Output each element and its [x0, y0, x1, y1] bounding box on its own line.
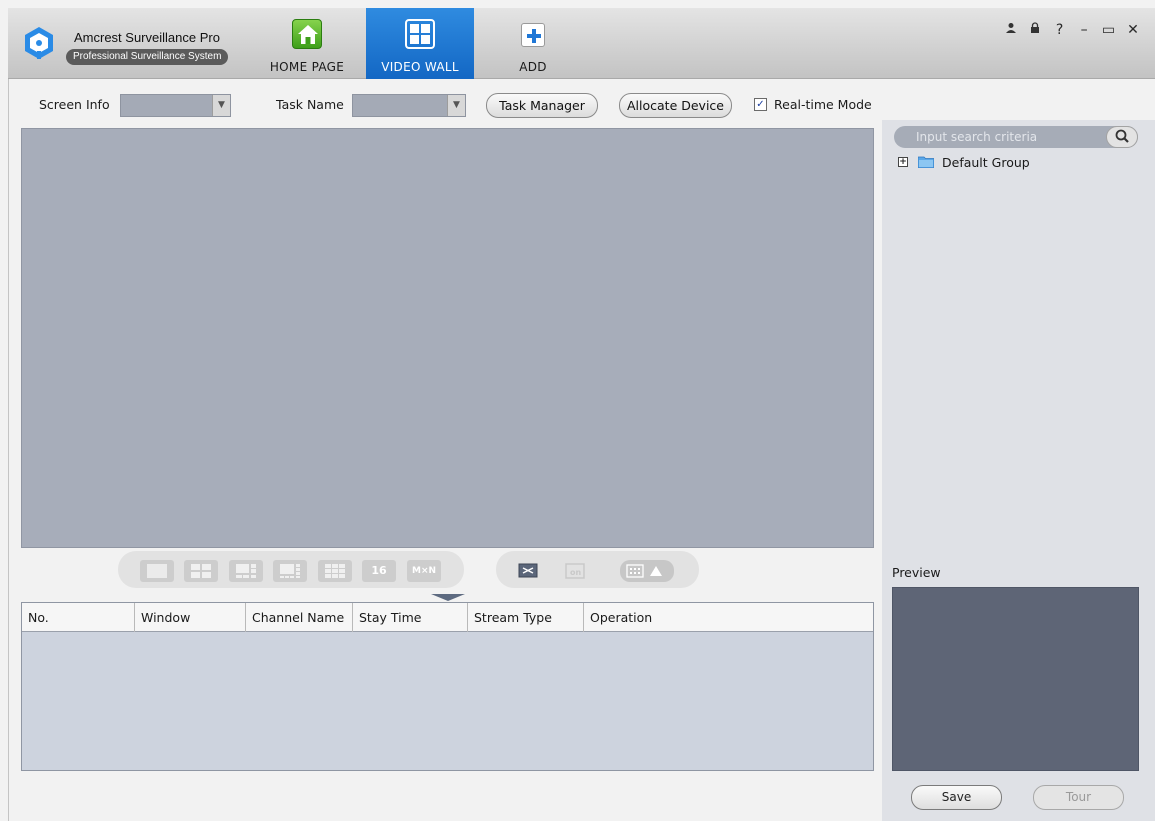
- tab-video-wall[interactable]: VIDEO WALL: [366, 8, 474, 79]
- video-wall-icon: [405, 19, 435, 49]
- frame-border: [8, 79, 9, 821]
- task-table: No. Window Channel Name Stay Time Stream…: [21, 602, 874, 771]
- tab-home-label: HOME PAGE: [269, 60, 345, 74]
- tab-home-page[interactable]: HOME PAGE: [260, 8, 354, 79]
- layout-9-button[interactable]: [318, 560, 352, 582]
- expand-icon[interactable]: +: [898, 157, 908, 167]
- layout-mxn-button[interactable]: M×N: [407, 560, 441, 582]
- wall-control-toolbar: on: [496, 551, 699, 588]
- preview-window: [892, 587, 1139, 771]
- column-stay-time[interactable]: Stay Time: [353, 603, 468, 632]
- chevron-down-icon: ▼: [447, 95, 465, 116]
- app-title: Amcrest Surveillance Pro: [74, 30, 220, 45]
- column-operation[interactable]: Operation: [584, 603, 873, 632]
- tab-video-wall-label: VIDEO WALL: [381, 60, 459, 74]
- layout-6-button[interactable]: [229, 560, 263, 582]
- save-button[interactable]: Save: [911, 785, 1002, 810]
- folder-icon: [918, 156, 934, 168]
- column-no[interactable]: No.: [22, 603, 135, 632]
- layout-4-button[interactable]: [184, 560, 218, 582]
- screen-info-label: Screen Info: [39, 97, 110, 112]
- lock-icon[interactable]: [1025, 22, 1045, 38]
- realtime-mode-label: Real-time Mode: [774, 97, 872, 112]
- chevron-down-icon: ▼: [212, 95, 230, 116]
- layout-1-button[interactable]: [140, 560, 174, 582]
- search-icon: [1115, 129, 1129, 143]
- column-stream-type[interactable]: Stream Type: [468, 603, 584, 632]
- screen-info-select[interactable]: ▼: [120, 94, 231, 117]
- layout-8-button[interactable]: [273, 560, 307, 582]
- realtime-mode-checkbox[interactable]: ✓: [754, 98, 767, 111]
- maximize-button[interactable]: ▭: [1099, 22, 1119, 38]
- tour-button[interactable]: Tour: [1033, 785, 1124, 810]
- screen-switch-icon[interactable]: [514, 560, 542, 582]
- minimize-button[interactable]: –: [1074, 22, 1094, 38]
- svg-text:on: on: [570, 568, 581, 577]
- keyboard-panel-toggle[interactable]: [620, 560, 674, 582]
- column-window[interactable]: Window: [135, 603, 246, 632]
- tab-add-label: ADD: [519, 60, 547, 74]
- task-manager-button[interactable]: Task Manager: [486, 93, 598, 118]
- video-wall-canvas[interactable]: [21, 128, 874, 548]
- window-controls: ? – ▭ ✕: [1001, 22, 1143, 38]
- search-button[interactable]: [1106, 126, 1138, 148]
- table-header: No. Window Channel Name Stay Time Stream…: [22, 603, 873, 632]
- layout-16-button[interactable]: 16: [362, 560, 396, 582]
- amcrest-logo-icon: [25, 27, 53, 59]
- layout-toolbar: 16 M×N: [118, 551, 464, 588]
- tab-add[interactable]: ADD: [486, 8, 580, 79]
- collapse-arrow-icon[interactable]: [431, 594, 465, 601]
- user-icon[interactable]: [1001, 22, 1021, 38]
- allocate-device-button[interactable]: Allocate Device: [619, 93, 732, 118]
- close-button[interactable]: ✕: [1123, 22, 1143, 38]
- help-button[interactable]: ?: [1050, 22, 1070, 38]
- column-channel-name[interactable]: Channel Name: [246, 603, 353, 632]
- search-input[interactable]: Input search criteria: [916, 126, 1037, 148]
- power-toggle-icon[interactable]: on: [562, 560, 588, 582]
- tree-item-label: Default Group: [942, 155, 1030, 170]
- plus-icon: [521, 23, 545, 47]
- preview-label: Preview: [892, 565, 941, 580]
- title-bar: Amcrest Surveillance Pro Professional Su…: [8, 8, 1155, 79]
- device-search[interactable]: Input search criteria: [894, 126, 1138, 148]
- task-name-select[interactable]: ▼: [352, 94, 466, 117]
- home-icon: [292, 19, 322, 49]
- task-name-label: Task Name: [276, 97, 344, 112]
- app-subtitle: Professional Surveillance System: [66, 49, 229, 65]
